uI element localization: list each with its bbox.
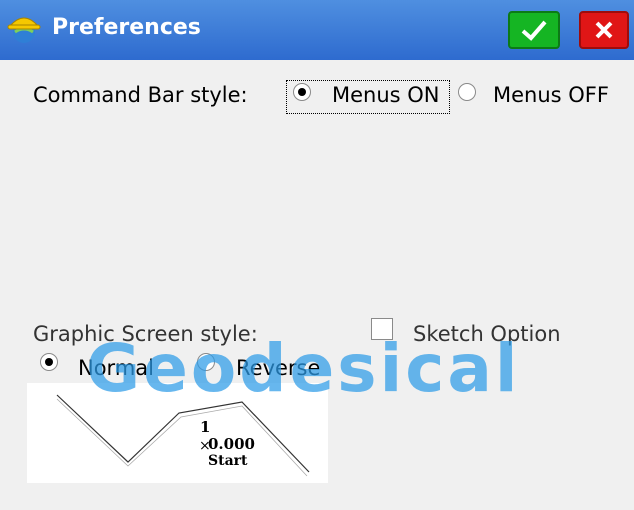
close-icon: [595, 21, 613, 39]
window-title: Preferences: [52, 15, 201, 40]
normal-label[interactable]: Normal: [78, 356, 154, 380]
menus-on-radio[interactable]: [293, 83, 311, 101]
preview-start-label: Start: [208, 453, 248, 469]
ok-button[interactable]: [508, 11, 560, 49]
hardhat-globe-icon: [7, 17, 41, 43]
menus-off-radio[interactable]: [458, 83, 476, 101]
close-button[interactable]: [579, 11, 629, 49]
title-bar: Preferences: [0, 0, 634, 60]
menus-on-label[interactable]: Menus ON: [332, 83, 440, 107]
preview-coordinate: 0.000: [208, 435, 255, 453]
graphic-screen-style-label: Graphic Screen style:: [33, 322, 258, 346]
command-bar-style-label: Command Bar style:: [33, 83, 248, 107]
preview-polyline: 1 × 0.000 Start: [56, 394, 310, 477]
reverse-label[interactable]: Reverse: [236, 356, 320, 380]
menus-off-label[interactable]: Menus OFF: [493, 83, 609, 107]
graphic-preview: 1 × 0.000 Start: [27, 383, 328, 483]
reverse-radio[interactable]: [197, 353, 215, 371]
check-icon: [521, 20, 547, 41]
sketch-option-checkbox[interactable]: [371, 318, 393, 340]
preview-point-number: 1: [200, 418, 210, 436]
normal-radio[interactable]: [40, 353, 58, 371]
sketch-option-label[interactable]: Sketch Option: [413, 322, 561, 346]
